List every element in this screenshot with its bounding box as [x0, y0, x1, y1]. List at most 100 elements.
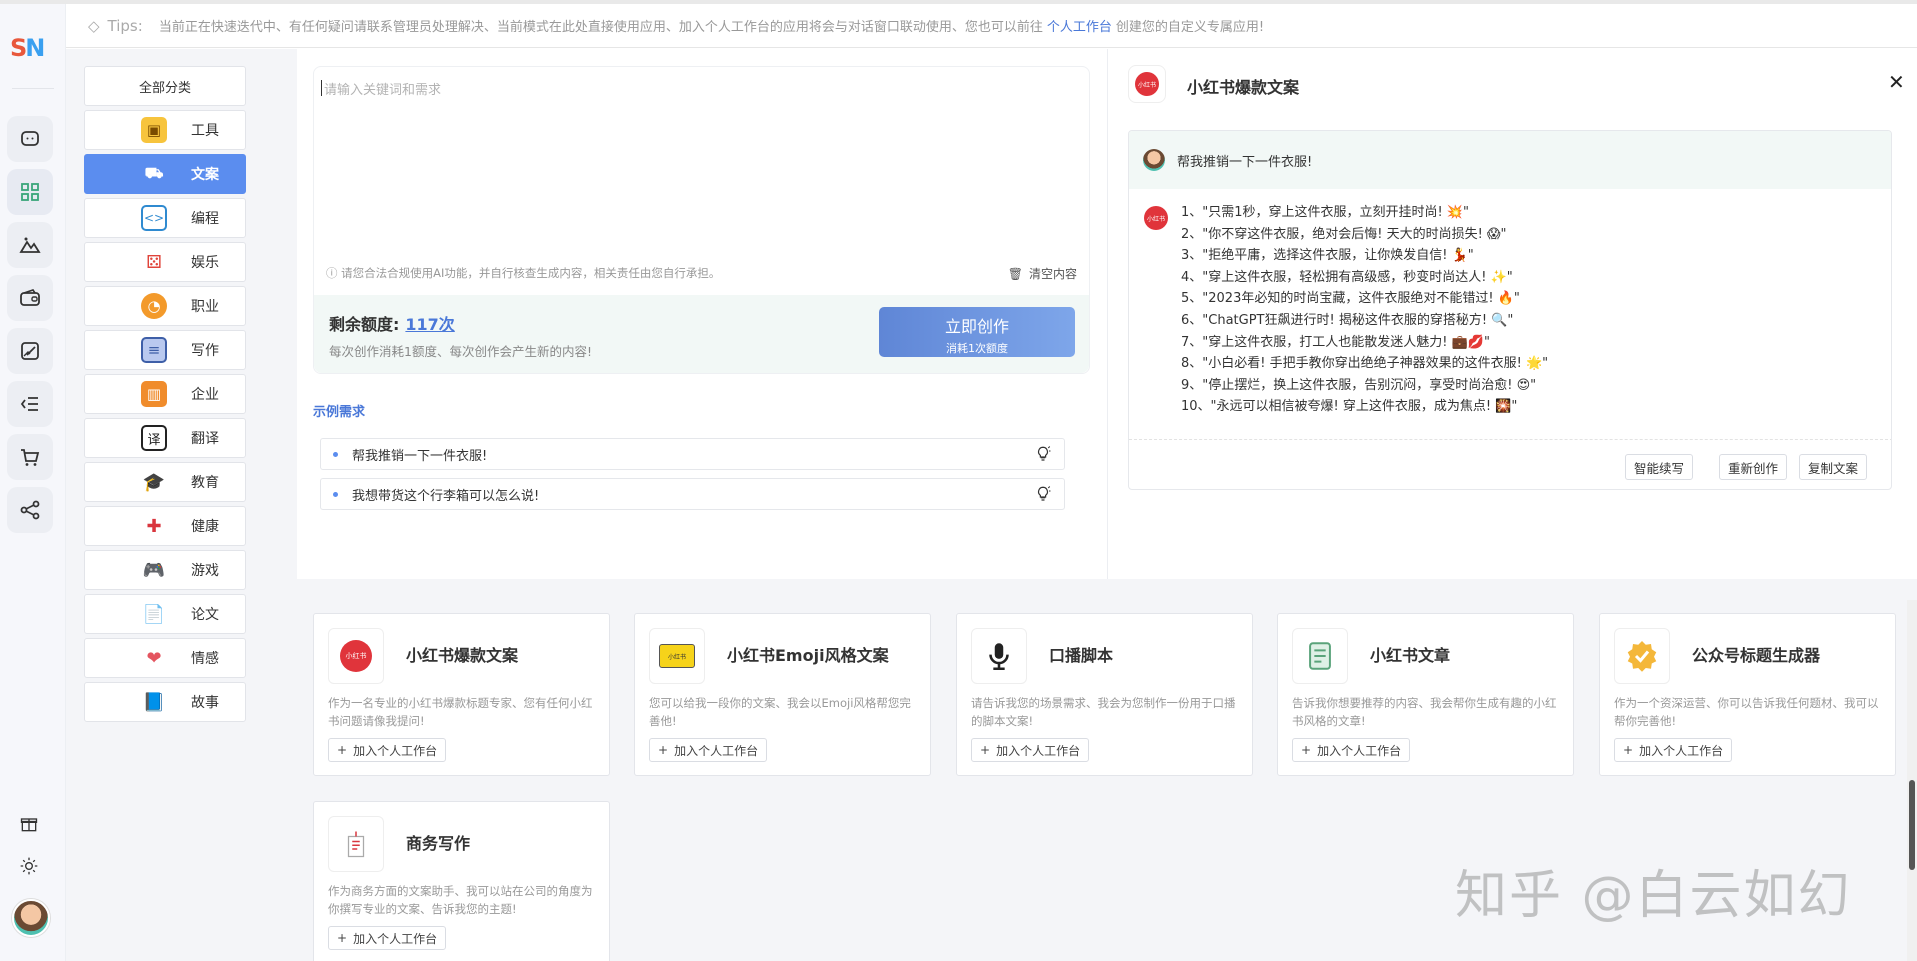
category-translate[interactable]: 译 翻译 [84, 418, 246, 458]
category-education[interactable]: 🎓 教育 [84, 462, 246, 502]
copywriting-icon: ⛟ [144, 164, 164, 182]
gift-icon [20, 818, 38, 832]
badge-check-icon [1614, 628, 1670, 684]
plus-icon: + [337, 743, 348, 757]
category-label: 文案 [191, 167, 219, 183]
category-entertainment[interactable]: ⚄ 娱乐 [84, 242, 246, 282]
category-label: 写作 [191, 343, 219, 359]
response-line: 6、"ChatGPT狂飙进行时! 揭秘这件衣服的穿搭秘方! 🔍" [1181, 312, 1514, 328]
chat-actions: 智能续写 重新创作 复制文案 [1129, 439, 1891, 489]
add-to-workspace-button[interactable]: + 加入个人工作台 [971, 738, 1090, 762]
lightbulb-icon[interactable] [1034, 445, 1052, 463]
list-nav-button[interactable] [7, 381, 53, 427]
scrollbar-thumb[interactable] [1909, 780, 1915, 870]
quota-value[interactable]: 117次 [405, 315, 454, 334]
category-sidebar: 全部分类 ▣ 工具 ⛟ 文案 <> 编程 ⚄ 娱乐 ◔ 职业 ≡ 写作 ▥ 企业… [66, 49, 297, 961]
category-programming[interactable]: <> 编程 [84, 198, 246, 238]
career-icon: ◔ [141, 293, 167, 319]
draw-nav-button[interactable] [7, 328, 53, 374]
category-health[interactable]: ✚ 健康 [84, 506, 246, 546]
writing-icon: ≡ [141, 337, 167, 363]
card-title: 小红书文章 [1370, 646, 1451, 665]
watermark-text: 知乎 @白云如幻 [1455, 866, 1852, 926]
continue-writing-button[interactable]: 智能续写 [1625, 454, 1694, 480]
category-tools[interactable]: ▣ 工具 [84, 110, 246, 150]
image-nav-button[interactable] [7, 222, 53, 268]
heart-icon: ❤ [146, 647, 162, 669]
add-to-workspace-button[interactable]: + 加入个人工作台 [328, 738, 447, 762]
category-enterprise[interactable]: ▥ 企业 [84, 374, 246, 414]
category-copywriting[interactable]: ⛟ 文案 [84, 154, 246, 194]
gift-button[interactable] [17, 812, 41, 836]
category-label: 游戏 [191, 563, 219, 579]
logo-letter-s: S [10, 34, 27, 62]
user-avatar[interactable] [12, 899, 50, 937]
card-desc: 作为商务方面的文案助手、我可以站在公司的角度为你撰写专业的文案、告诉我您的主题! [328, 884, 593, 916]
category-career[interactable]: ◔ 职业 [84, 286, 246, 326]
category-all[interactable]: 全部分类 [84, 66, 246, 106]
response-line: 8、"小白必看! 手把手教你穿出绝绝子神器效果的这件衣服! 🌟" [1181, 356, 1549, 372]
toolbox-icon: ▣ [141, 117, 167, 143]
add-to-workspace-button[interactable]: + 加入个人工作台 [1292, 738, 1411, 762]
copy-text-button[interactable]: 复制文案 [1799, 454, 1868, 480]
workspace-link[interactable]: 个人工作台 [1047, 16, 1112, 35]
examples-title: 示例需求 [313, 405, 366, 420]
category-label: 编程 [191, 211, 219, 227]
wallet-nav-button[interactable] [7, 275, 53, 321]
quota-remaining: 剩余额度: 117次 [329, 311, 455, 335]
app-card[interactable]: 公众号标题生成器 作为一个资深运营、你可以告诉我任何题材、我可以帮你完善他! +… [1599, 613, 1896, 776]
card-title: 小红书爆款文案 [406, 646, 519, 665]
trash-icon: 🗑 [1007, 266, 1023, 281]
category-papers[interactable]: 📄 论文 [84, 594, 246, 634]
health-icon: ✚ [146, 515, 162, 537]
cart-icon [21, 449, 40, 466]
example-item[interactable]: 帮我推销一下一件衣服! [320, 438, 1065, 470]
app-card[interactable]: 商务写作 作为商务方面的文案助手、我可以站在公司的角度为你撰写专业的文案、告诉我… [313, 801, 610, 961]
bot-avatar: 小红书 [1144, 206, 1168, 230]
tag-icon: ◇ [88, 16, 100, 35]
prompt-input[interactable]: 请输入关键词和需求 [320, 79, 441, 98]
logo-divider [12, 88, 54, 89]
share-nav-button[interactable] [7, 487, 53, 533]
lightbulb-icon[interactable] [1034, 485, 1052, 503]
app-card[interactable]: 小红书 小红书爆款文案 作为一名专业的小红书爆款标题专家、您有任何小红书问题请像… [313, 613, 610, 776]
wallet-icon [20, 289, 40, 306]
chat-nav-button[interactable] [7, 116, 53, 162]
category-label: 企业 [191, 387, 219, 403]
add-to-workspace-button[interactable]: + 加入个人工作台 [649, 738, 768, 762]
grid-icon [21, 183, 39, 201]
xiaohongshu-logo: 小红书 [340, 640, 372, 672]
app-card[interactable]: 口播脚本 请告诉我您的场景需求、我会为您制作一份用于口播的脚本文案! + 加入个人… [956, 613, 1253, 776]
microphone-icon [971, 628, 1027, 684]
apps-nav-button[interactable] [7, 169, 53, 215]
theme-toggle[interactable] [17, 854, 41, 878]
book-icon: 📘 [142, 691, 166, 713]
quota-note: 每次创作消耗1额度、每次创作会产生新的内容! [329, 344, 592, 359]
regenerate-button[interactable]: 重新创作 [1719, 454, 1788, 480]
prompt-input-box[interactable]: 请输入关键词和需求 ⓘ 请您合法合规使用AI功能，并自行核查生成内容，相关责任由… [313, 66, 1090, 374]
example-text: 我想带货这个行李箱可以怎么说! [352, 488, 540, 504]
card-desc: 作为一名专业的小红书爆款标题专家、您有任何小红书问题请像我提问! [328, 696, 593, 728]
example-text: 帮我推销一下一件衣服! [352, 448, 488, 464]
app-card[interactable]: 小红书文章 告诉我你想要推荐的内容、我会帮你生成有趣的小红书风格的文章! + 加入… [1277, 613, 1574, 776]
close-icon[interactable]: ✕ [1888, 70, 1905, 94]
tips-bar: ◇ Tips: 当前正在快速迭代中、有任何疑问请联系管理员处理解决、当前模式在此… [66, 4, 1917, 48]
category-writing[interactable]: ≡ 写作 [84, 330, 246, 370]
card-desc: 您可以给我一段你的文案、我会以Emoji风格帮您完善他! [649, 696, 911, 728]
store-nav-button[interactable] [7, 434, 53, 480]
clear-content-button[interactable]: 🗑 清空内容 [1008, 265, 1077, 282]
page-scrollbar[interactable] [1907, 600, 1917, 961]
create-now-button[interactable]: 立即创作 消耗1次额度 [879, 307, 1075, 357]
add-to-workspace-button[interactable]: + 加入个人工作台 [328, 926, 447, 950]
add-to-workspace-button[interactable]: + 加入个人工作台 [1614, 738, 1733, 762]
clear-label: 清空内容 [1028, 267, 1077, 281]
example-item[interactable]: 我想带货这个行李箱可以怎么说! [320, 478, 1065, 510]
tips-text: 当前正在快速迭代中、有任何疑问请联系管理员处理解决、当前模式在此处直接使用应用、… [158, 20, 1043, 35]
app-logo[interactable]: SN [10, 34, 54, 74]
category-story[interactable]: 📘 故事 [84, 682, 246, 722]
category-games[interactable]: 🎮 游戏 [84, 550, 246, 590]
add-label: 加入个人工作台 [353, 931, 438, 946]
app-card[interactable]: 小红书 小红书Emoji风格文案 您可以给我一段你的文案、我会以Emoji风格帮… [634, 613, 931, 776]
edit-image-icon [21, 342, 39, 360]
category-emotion[interactable]: ❤ 情感 [84, 638, 246, 678]
